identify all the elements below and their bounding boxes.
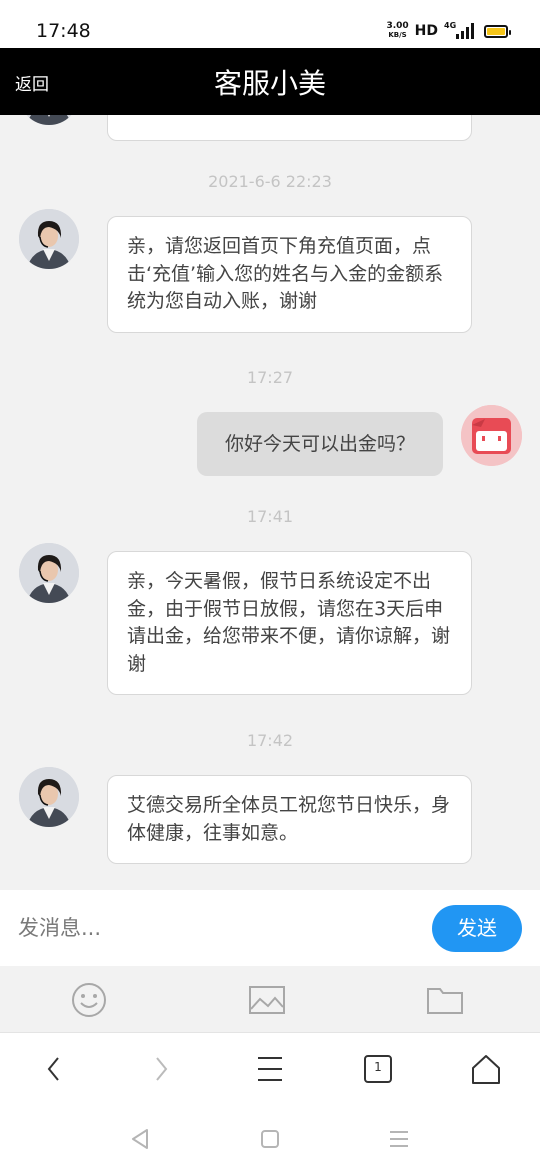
message-bubble-partial: [107, 115, 472, 141]
recents-icon[interactable]: [384, 1124, 414, 1154]
chat-area[interactable]: 2021-6-6 22:23 亲，请您返回首页下角充值页面，点击‘充值’输入您的…: [0, 115, 540, 890]
page-title: 客服小美: [213, 67, 326, 100]
agent-avatar: [19, 209, 79, 269]
send-button[interactable]: 发送: [432, 905, 522, 952]
attachment-toolbar: [0, 966, 540, 1032]
network-speed-unit: KB/S: [388, 31, 407, 39]
signal-icon: 4G: [444, 21, 474, 39]
network-speed: 3.00 KB/S: [386, 22, 408, 40]
tabs-icon[interactable]: 1: [354, 1047, 402, 1091]
message-input[interactable]: [18, 910, 408, 946]
agent-avatar: [19, 767, 79, 827]
agent-message: 艾德交易所全体员工祝您节日快乐，身体健康，往事如意。: [107, 775, 472, 864]
home-square-icon[interactable]: [255, 1124, 285, 1154]
status-time: 17:48: [36, 20, 91, 42]
home-icon[interactable]: [462, 1047, 510, 1091]
emoji-icon[interactable]: [69, 982, 109, 1018]
folder-icon[interactable]: [426, 982, 466, 1018]
back-triangle-icon[interactable]: [125, 1124, 155, 1154]
forward-arrow-icon[interactable]: [137, 1047, 185, 1091]
network-type: 4G: [444, 21, 457, 30]
network-speed-value: 3.00: [386, 21, 409, 31]
hd-indicator: HD: [414, 23, 438, 39]
user-message: 你好今天可以出金吗？: [197, 412, 443, 476]
status-bar: 17:48 3.00 KB/S HD 4G: [0, 0, 540, 48]
agent-avatar: [19, 543, 79, 603]
message-timestamp: 2021-6-6 22:23: [208, 172, 332, 191]
message-timestamp: 17:41: [246, 507, 294, 526]
system-nav-bar: [0, 1104, 540, 1170]
image-icon[interactable]: [248, 982, 288, 1018]
back-arrow-icon[interactable]: [30, 1047, 78, 1091]
user-avatar: [461, 405, 522, 466]
menu-icon[interactable]: [246, 1047, 294, 1091]
agent-message: 亲，请您返回首页下角充值页面，点击‘充值’输入您的姓名与入金的金额系统为您自动入…: [107, 216, 472, 333]
tab-count: 1: [374, 1060, 382, 1074]
chat-header: 返回 客服小美: [0, 48, 540, 115]
battery-icon: [484, 24, 511, 38]
message-timestamp: 17:27: [246, 368, 294, 387]
message-timestamp: 17:42: [246, 731, 294, 750]
status-indicators: 3.00 KB/S HD 4G: [386, 21, 511, 40]
agent-avatar: [19, 115, 79, 125]
agent-message: 亲，今天暑假，假节日系统设定不出金，由于假节日放假，请您在3天后申请出金，给您带…: [107, 551, 472, 695]
browser-nav-bar: 1: [0, 1032, 540, 1104]
